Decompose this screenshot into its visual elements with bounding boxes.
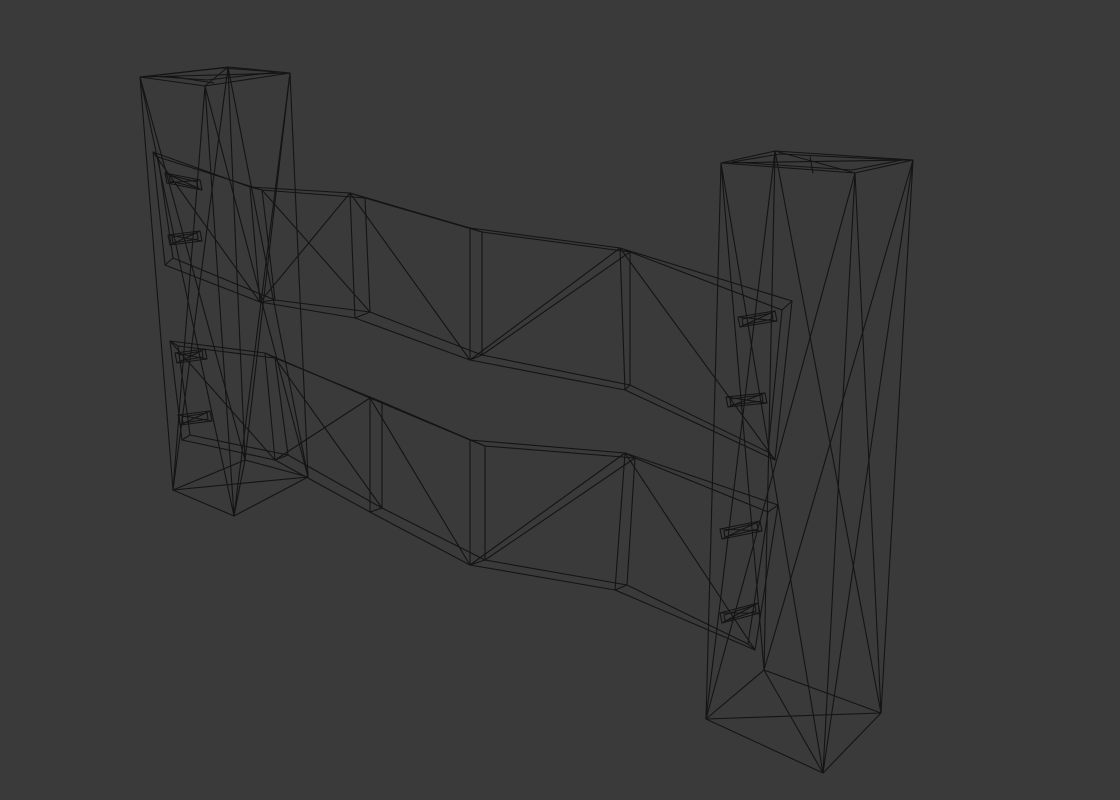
upper-rail (152, 151, 793, 461)
3d-viewport[interactable] (0, 0, 1120, 800)
wireframe-scene (139, 66, 914, 774)
bolts (164, 172, 778, 624)
lower-rail (169, 340, 779, 651)
right-post (705, 150, 914, 774)
